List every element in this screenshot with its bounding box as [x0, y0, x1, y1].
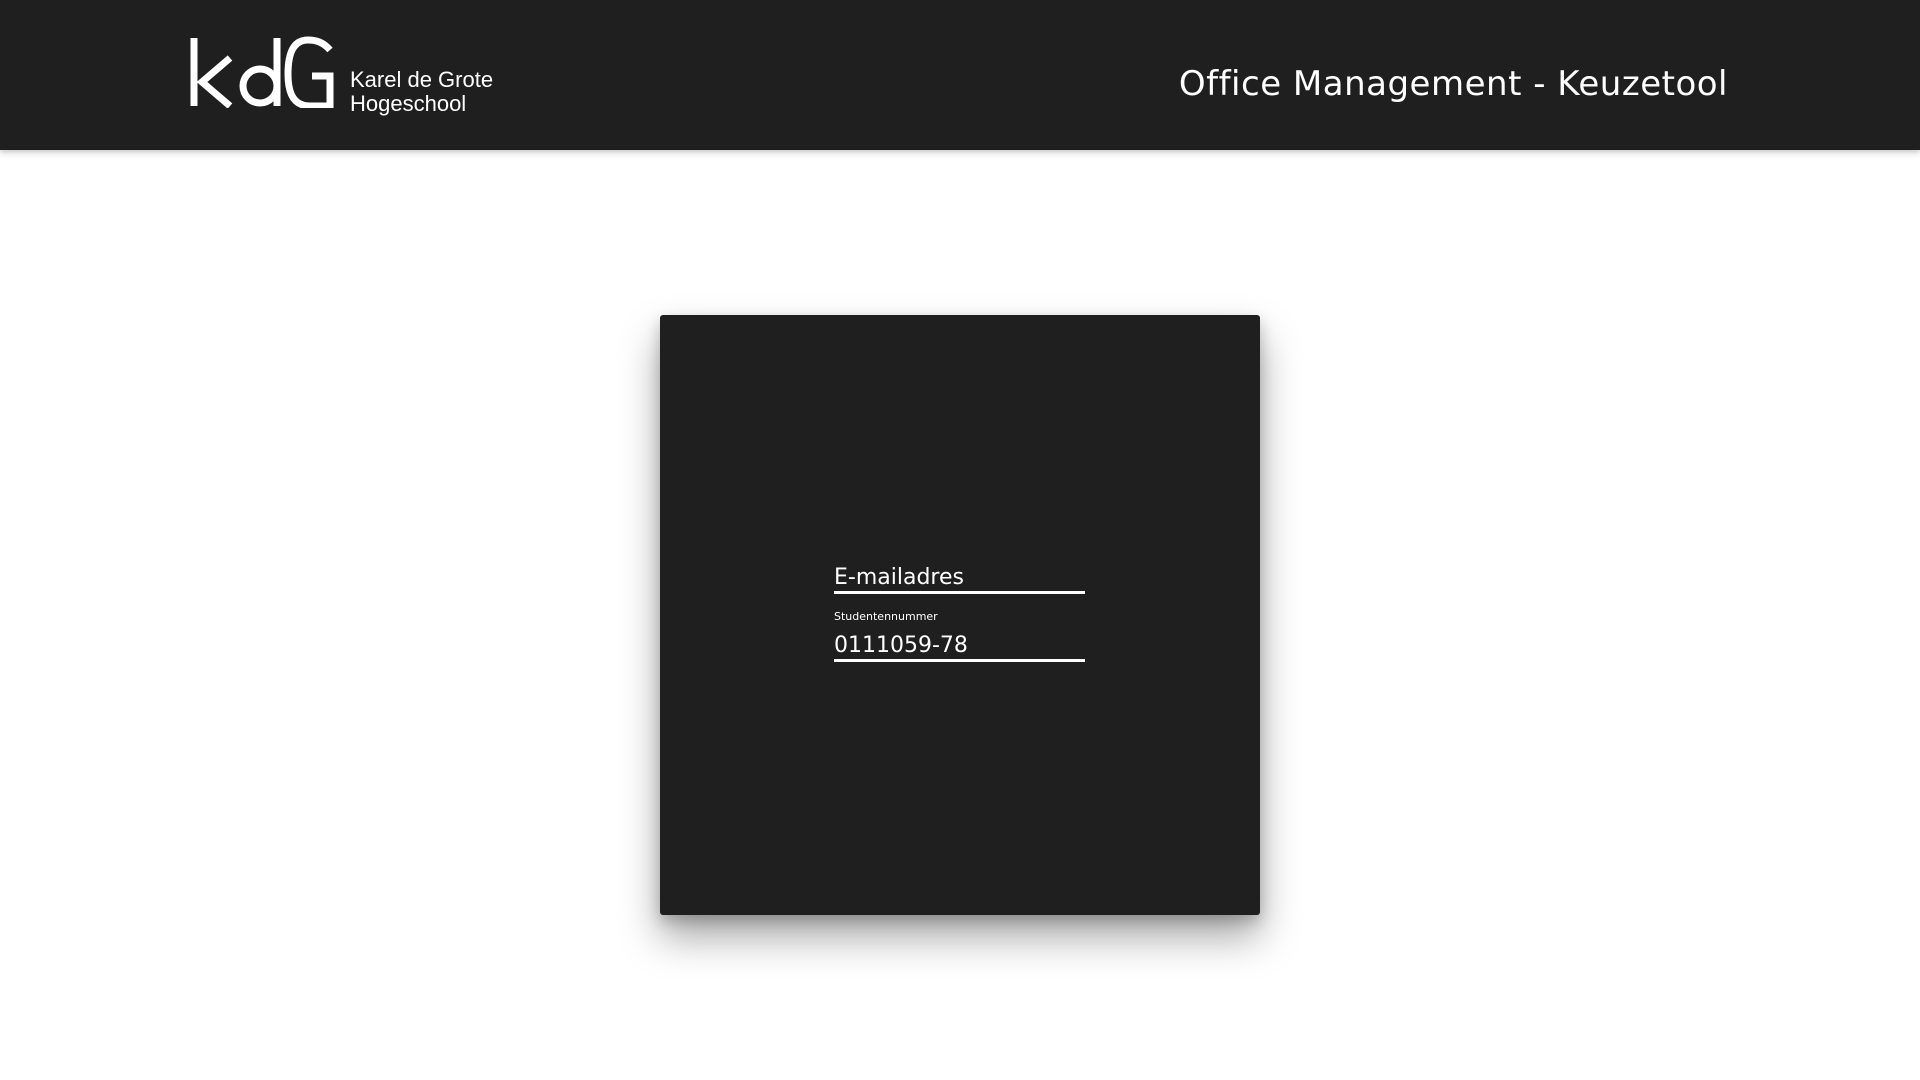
kdg-logo-wordmark: Karel de Grote Hogeschool: [350, 68, 493, 116]
page-title: Office Management - Keuzetool: [1178, 64, 1728, 104]
kdg-logo-mark: [190, 36, 334, 108]
login-card: Studentennummer: [660, 315, 1260, 915]
student-number-field-wrapper: Studentennummer: [834, 611, 1085, 662]
email-input[interactable]: [834, 565, 1085, 590]
top-header: Karel de Grote Hogeschool Office Managem…: [0, 0, 1920, 150]
kdg-logo[interactable]: Karel de Grote Hogeschool: [190, 36, 493, 116]
logo-text-line2: Hogeschool: [350, 91, 467, 116]
email-field-wrapper: [834, 551, 1085, 594]
logo-text-line1: Karel de Grote: [350, 67, 494, 92]
student-number-input[interactable]: [834, 633, 1085, 658]
student-number-label: Studentennummer: [834, 610, 938, 623]
